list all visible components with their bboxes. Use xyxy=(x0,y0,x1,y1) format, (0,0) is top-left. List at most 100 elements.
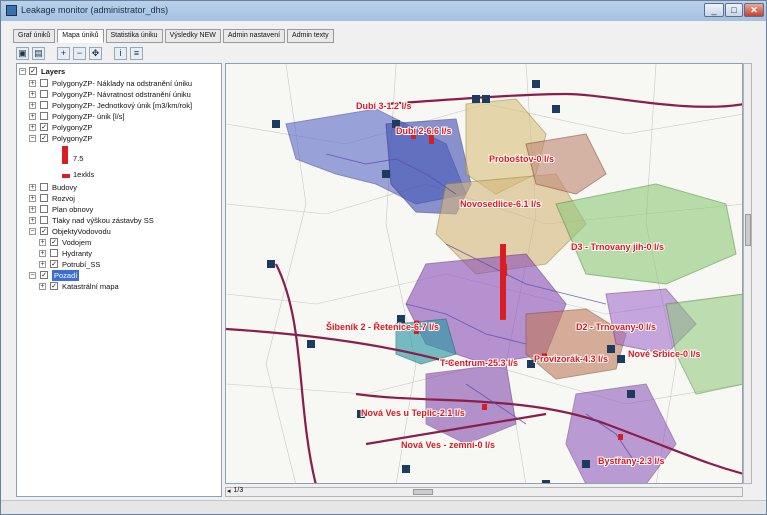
reservoir-node[interactable] xyxy=(472,95,480,103)
expand-icon[interactable]: + xyxy=(29,91,36,98)
reservoir-node[interactable] xyxy=(627,390,635,398)
layer-checkbox[interactable]: ✓ xyxy=(40,271,48,279)
layer-checkbox[interactable] xyxy=(40,183,48,191)
layer-checkbox[interactable]: ✓ xyxy=(29,67,37,75)
expand-icon[interactable]: + xyxy=(29,217,36,224)
map-horizontal-scrollbar[interactable] xyxy=(225,487,743,497)
save-icon[interactable]: ▣ xyxy=(16,47,29,60)
close-button[interactable]: ✕ xyxy=(744,3,764,17)
reservoir-node[interactable] xyxy=(582,460,590,468)
reservoir-node[interactable] xyxy=(267,260,275,268)
reservoir-node[interactable] xyxy=(617,355,625,363)
layer-label: Katastrální mapa xyxy=(62,282,119,291)
vertical-scroll-thumb[interactable] xyxy=(745,214,751,246)
map-vertical-scrollbar[interactable] xyxy=(743,63,752,484)
zone-leak-label: D2 - Trnovany-0 l/s xyxy=(576,322,656,332)
layer-checkbox[interactable] xyxy=(40,90,48,98)
layer-checkbox[interactable] xyxy=(40,112,48,120)
layer-label: PolygonyZP- Návratnost odstranění úniku xyxy=(52,90,191,99)
map-canvas[interactable]: Dubí 3-1.2 l/s Dubí 2-6.6 l/s Proboštov-0 … xyxy=(225,63,743,484)
zone-leak-label: Provizorák-4.3 l/s xyxy=(534,354,608,364)
layer-checkbox[interactable]: ✓ xyxy=(50,260,58,268)
page-count: 1/3 xyxy=(233,487,244,494)
collapse-icon[interactable]: − xyxy=(19,68,26,75)
zoom-out-icon[interactable]: − xyxy=(73,47,86,60)
expand-icon[interactable]: + xyxy=(29,184,36,191)
status-bar xyxy=(1,500,766,514)
legend-icon[interactable]: ≡ xyxy=(130,47,143,60)
layer-label: Plan obnovy xyxy=(52,205,94,214)
reservoir-node[interactable] xyxy=(307,340,315,348)
layer-label: Vodojem xyxy=(62,238,92,247)
legend-high-swatch xyxy=(62,146,68,164)
map-svg: Dubí 3-1.2 l/s Dubí 2-6.6 l/s Proboštov-0 … xyxy=(226,64,742,484)
print-icon[interactable]: ▤ xyxy=(32,47,45,60)
expand-icon[interactable]: + xyxy=(39,261,46,268)
layers-root-label: Layers xyxy=(41,67,66,76)
zone-leak-label: D3 - Trnovany jih-0 l/s xyxy=(571,242,664,252)
leak-bar[interactable] xyxy=(482,404,487,410)
reservoir-node[interactable] xyxy=(402,465,410,473)
layer-checkbox[interactable]: ✓ xyxy=(40,123,48,131)
layer-label: PolygonyZP- Jednotkový únik [m3/km/rok] xyxy=(52,101,193,110)
zone-leak-label: Nová Ves u Teplic-2.1 l/s xyxy=(361,408,465,418)
layer-label: PolygonyZP xyxy=(52,134,93,143)
leak-bar[interactable] xyxy=(618,434,623,440)
layer-checkbox[interactable]: ✓ xyxy=(50,282,58,290)
reservoir-node[interactable] xyxy=(542,480,550,484)
toolbar-separator xyxy=(105,47,111,60)
pan-icon[interactable]: ✥ xyxy=(89,47,102,60)
prev-page-icon[interactable]: ◂ xyxy=(227,487,231,495)
layer-checkbox[interactable]: ✓ xyxy=(40,227,48,235)
expand-icon[interactable]: + xyxy=(29,113,36,120)
reservoir-node[interactable] xyxy=(552,105,560,113)
layer-checkbox[interactable]: ✓ xyxy=(40,134,48,142)
layer-checkbox[interactable] xyxy=(40,194,48,202)
expand-icon[interactable]: + xyxy=(29,80,36,87)
layer-label: PolygonyZP- únik [l/s] xyxy=(52,112,125,121)
expand-icon[interactable]: + xyxy=(29,102,36,109)
horizontal-scroll-thumb[interactable] xyxy=(413,489,433,495)
info-icon[interactable]: i xyxy=(114,47,127,60)
collapse-icon[interactable]: − xyxy=(29,228,36,235)
legend-high-label: 7.5 xyxy=(73,154,84,163)
layer-label: Pozadí xyxy=(52,270,80,281)
app-icon xyxy=(6,5,17,16)
reservoir-node[interactable] xyxy=(607,345,615,353)
tab-statistika-uniku[interactable]: Statistika úniku xyxy=(105,29,163,43)
reservoir-node[interactable] xyxy=(272,120,280,128)
expand-icon[interactable]: + xyxy=(29,124,36,131)
reservoir-node[interactable] xyxy=(482,95,490,103)
layer-checkbox[interactable] xyxy=(40,205,48,213)
layer-label: PolygonyZP- Náklady na odstranění úniku xyxy=(52,79,193,88)
zone-leak-label: Dubí 2-6.6 l/s xyxy=(396,126,452,136)
collapse-icon[interactable]: − xyxy=(29,135,36,142)
collapse-icon[interactable]: − xyxy=(29,272,36,279)
leak-bar[interactable] xyxy=(500,244,506,320)
layer-checkbox[interactable] xyxy=(50,249,58,257)
layer-label: Budovy xyxy=(52,183,78,192)
tab-graf-uniku[interactable]: Graf úniků xyxy=(13,29,56,43)
expand-icon[interactable]: + xyxy=(29,206,36,213)
reservoir-node[interactable] xyxy=(532,80,540,88)
layer-checkbox[interactable] xyxy=(40,216,48,224)
zoom-in-icon[interactable]: + xyxy=(57,47,70,60)
layer-label: Rozvoj xyxy=(52,194,75,203)
layer-checkbox[interactable] xyxy=(40,101,48,109)
tab-admin-nastaveni[interactable]: Admin nastavení xyxy=(222,29,286,43)
expand-icon[interactable]: + xyxy=(39,239,46,246)
legend-low-swatch xyxy=(62,174,70,178)
maximize-button[interactable]: □ xyxy=(725,3,743,17)
expand-icon[interactable]: + xyxy=(29,195,36,202)
tab-mapa-uniku[interactable]: Mapa úniků xyxy=(57,29,104,43)
expand-icon[interactable]: + xyxy=(39,250,46,257)
expand-icon[interactable]: + xyxy=(39,283,46,290)
map-toolbar: ▣ ▤ + − ✥ i ≡ xyxy=(16,46,761,61)
layer-checkbox[interactable] xyxy=(40,79,48,87)
tab-admin-texty[interactable]: Admin texty xyxy=(287,29,334,43)
main-window: Leakage monitor (administrator_dhs) _ □ … xyxy=(0,0,767,515)
minimize-button[interactable]: _ xyxy=(704,3,724,17)
tab-vysledky-new[interactable]: Výsledky NEW xyxy=(164,29,221,43)
layer-checkbox[interactable]: ✓ xyxy=(50,238,58,246)
reservoir-node[interactable] xyxy=(382,170,390,178)
